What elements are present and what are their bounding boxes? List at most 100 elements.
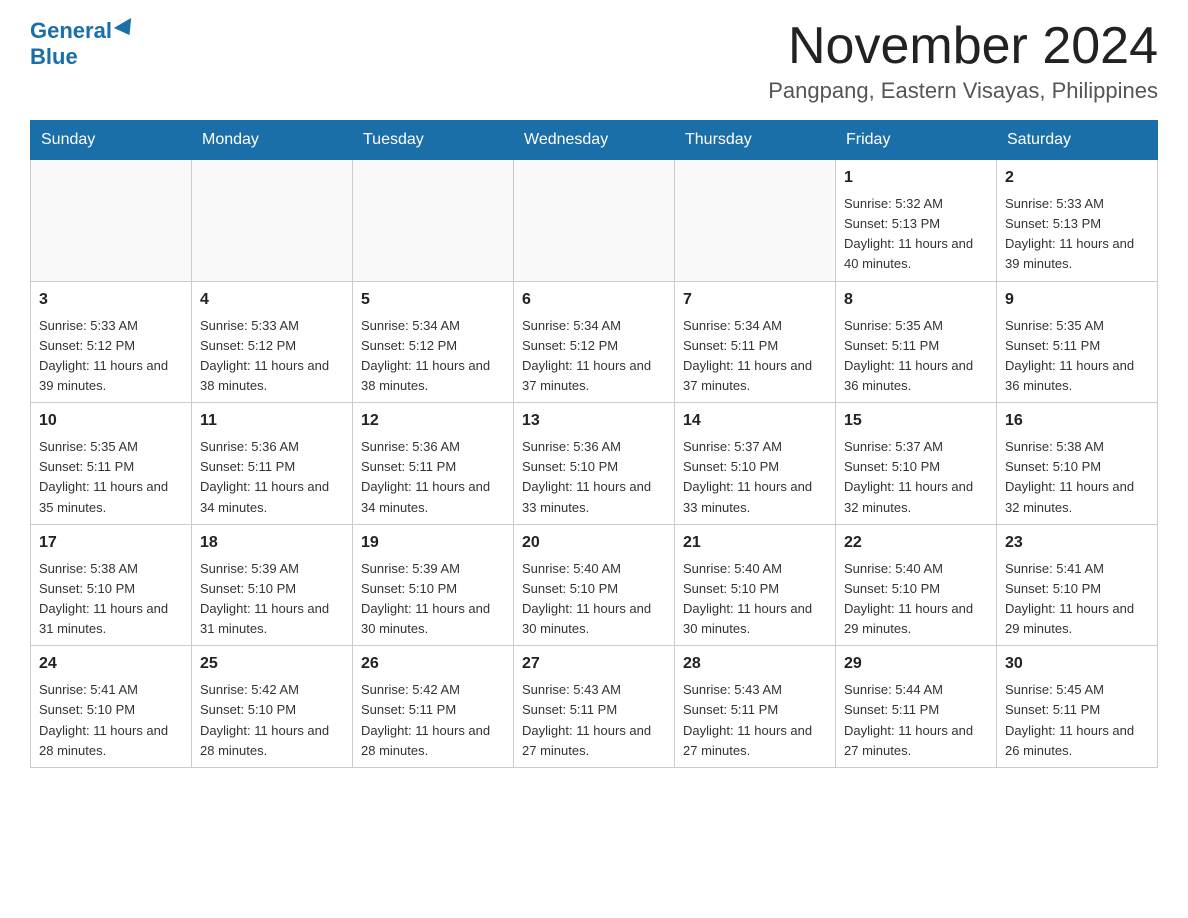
calendar-cell: 11 Sunrise: 5:36 AM Sunset: 5:11 PM Dayli…	[192, 403, 353, 525]
weekday-header-wednesday: Wednesday	[514, 121, 675, 160]
calendar-cell: 23Sunrise: 5:41 AM Sunset: 5:10 PM Dayli…	[997, 524, 1158, 646]
day-info: Sunrise: 5:35 AM Sunset: 5:11 PM Dayligh…	[844, 316, 988, 397]
calendar-cell: 22 Sunrise: 5:40 AM Sunset: 5:10 PM Dayli…	[836, 524, 997, 646]
day-number: 29	[844, 652, 988, 676]
day-info: Sunrise: 5:40 AM Sunset: 5:10 PM Dayligh…	[522, 559, 666, 640]
day-info: Sunrise: 5:34 AM Sunset: 5:12 PM Dayligh…	[361, 316, 505, 397]
day-info: Sunrise: 5:39 AM Sunset: 5:10 PM Dayligh…	[361, 559, 505, 640]
day-info: Sunrise: 5:40 AM Sunset: 5:10 PM Dayligh…	[683, 559, 827, 640]
day-info: Sunrise: 5:45 AM Sunset: 5:11 PM Dayligh…	[1005, 680, 1149, 761]
calendar-table: SundayMondayTuesdayWednesdayThursdayFrid…	[30, 120, 1158, 768]
calendar-cell: 29 Sunrise: 5:44 AM Sunset: 5:11 PM Dayli…	[836, 646, 997, 768]
calendar-cell: 27 Sunrise: 5:43 AM Sunset: 5:11 PM Dayli…	[514, 646, 675, 768]
day-info: Sunrise: 5:43 AM Sunset: 5:11 PM Dayligh…	[683, 680, 827, 761]
calendar-body: 1Sunrise: 5:32 AM Sunset: 5:13 PM Daylig…	[31, 160, 1158, 768]
calendar-week-3: 10 Sunrise: 5:35 AM Sunset: 5:11 PM Dayli…	[31, 403, 1158, 525]
day-number: 10	[39, 409, 183, 433]
day-number: 11	[200, 409, 344, 433]
calendar-cell: 14 Sunrise: 5:37 AM Sunset: 5:10 PM Dayli…	[675, 403, 836, 525]
calendar-cell: 13 Sunrise: 5:36 AM Sunset: 5:10 PM Dayli…	[514, 403, 675, 525]
day-info: Sunrise: 5:32 AM Sunset: 5:13 PM Dayligh…	[844, 194, 988, 275]
weekday-header-thursday: Thursday	[675, 121, 836, 160]
calendar-cell: 9 Sunrise: 5:35 AM Sunset: 5:11 PM Daylig…	[997, 281, 1158, 403]
calendar-cell: 28 Sunrise: 5:43 AM Sunset: 5:11 PM Dayli…	[675, 646, 836, 768]
day-number: 22	[844, 531, 988, 555]
day-info: Sunrise: 5:34 AM Sunset: 5:11 PM Dayligh…	[683, 316, 827, 397]
weekday-header-saturday: Saturday	[997, 121, 1158, 160]
day-info: Sunrise: 5:38 AM Sunset: 5:10 PM Dayligh…	[39, 559, 183, 640]
day-info: Sunrise: 5:39 AM Sunset: 5:10 PM Dayligh…	[200, 559, 344, 640]
day-number: 30	[1005, 652, 1149, 676]
calendar-cell: 15 Sunrise: 5:37 AM Sunset: 5:10 PM Dayli…	[836, 403, 997, 525]
day-info: Sunrise: 5:36 AM Sunset: 5:11 PM Dayligh…	[200, 437, 344, 518]
calendar-cell: 25 Sunrise: 5:42 AM Sunset: 5:10 PM Dayli…	[192, 646, 353, 768]
day-info: Sunrise: 5:36 AM Sunset: 5:10 PM Dayligh…	[522, 437, 666, 518]
calendar-cell: 2Sunrise: 5:33 AM Sunset: 5:13 PM Daylig…	[997, 160, 1158, 282]
calendar-header: SundayMondayTuesdayWednesdayThursdayFrid…	[31, 121, 1158, 160]
location-text: Pangpang, Eastern Visayas, Philippines	[768, 78, 1158, 104]
day-number: 13	[522, 409, 666, 433]
day-number: 5	[361, 288, 505, 312]
page-header: General Blue November 2024 Pangpang, Eas…	[30, 20, 1158, 104]
day-info: Sunrise: 5:41 AM Sunset: 5:10 PM Dayligh…	[39, 680, 183, 761]
calendar-cell: 21 Sunrise: 5:40 AM Sunset: 5:10 PM Dayli…	[675, 524, 836, 646]
day-number: 12	[361, 409, 505, 433]
logo: General Blue	[30, 20, 136, 70]
day-info: Sunrise: 5:43 AM Sunset: 5:11 PM Dayligh…	[522, 680, 666, 761]
day-number: 8	[844, 288, 988, 312]
calendar-cell: 17 Sunrise: 5:38 AM Sunset: 5:10 PM Dayli…	[31, 524, 192, 646]
day-number: 27	[522, 652, 666, 676]
day-number: 14	[683, 409, 827, 433]
day-info: Sunrise: 5:41 AM Sunset: 5:10 PM Dayligh…	[1005, 559, 1149, 640]
day-number: 4	[200, 288, 344, 312]
calendar-week-1: 1Sunrise: 5:32 AM Sunset: 5:13 PM Daylig…	[31, 160, 1158, 282]
weekday-header-monday: Monday	[192, 121, 353, 160]
calendar-cell: 1Sunrise: 5:32 AM Sunset: 5:13 PM Daylig…	[836, 160, 997, 282]
calendar-cell: 6 Sunrise: 5:34 AM Sunset: 5:12 PM Daylig…	[514, 281, 675, 403]
calendar-cell: 30 Sunrise: 5:45 AM Sunset: 5:11 PM Dayli…	[997, 646, 1158, 768]
calendar-cell: 20 Sunrise: 5:40 AM Sunset: 5:10 PM Dayli…	[514, 524, 675, 646]
day-info: Sunrise: 5:35 AM Sunset: 5:11 PM Dayligh…	[1005, 316, 1149, 397]
day-info: Sunrise: 5:33 AM Sunset: 5:12 PM Dayligh…	[200, 316, 344, 397]
calendar-cell: 18 Sunrise: 5:39 AM Sunset: 5:10 PM Dayli…	[192, 524, 353, 646]
day-info: Sunrise: 5:37 AM Sunset: 5:10 PM Dayligh…	[683, 437, 827, 518]
weekday-header-sunday: Sunday	[31, 121, 192, 160]
day-info: Sunrise: 5:42 AM Sunset: 5:11 PM Dayligh…	[361, 680, 505, 761]
weekday-header-row: SundayMondayTuesdayWednesdayThursdayFrid…	[31, 121, 1158, 160]
day-info: Sunrise: 5:34 AM Sunset: 5:12 PM Dayligh…	[522, 316, 666, 397]
day-number: 3	[39, 288, 183, 312]
day-info: Sunrise: 5:44 AM Sunset: 5:11 PM Dayligh…	[844, 680, 988, 761]
day-info: Sunrise: 5:33 AM Sunset: 5:13 PM Dayligh…	[1005, 194, 1149, 275]
day-info: Sunrise: 5:37 AM Sunset: 5:10 PM Dayligh…	[844, 437, 988, 518]
calendar-cell	[514, 160, 675, 282]
day-number: 18	[200, 531, 344, 555]
day-number: 7	[683, 288, 827, 312]
day-info: Sunrise: 5:35 AM Sunset: 5:11 PM Dayligh…	[39, 437, 183, 518]
day-number: 19	[361, 531, 505, 555]
title-area: November 2024 Pangpang, Eastern Visayas,…	[768, 20, 1158, 104]
day-number: 15	[844, 409, 988, 433]
calendar-cell	[675, 160, 836, 282]
logo-general-word: General	[30, 18, 112, 43]
month-title: November 2024	[768, 20, 1158, 72]
day-info: Sunrise: 5:38 AM Sunset: 5:10 PM Dayligh…	[1005, 437, 1149, 518]
day-number: 17	[39, 531, 183, 555]
weekday-header-tuesday: Tuesday	[353, 121, 514, 160]
calendar-week-4: 17 Sunrise: 5:38 AM Sunset: 5:10 PM Dayli…	[31, 524, 1158, 646]
calendar-cell: 10 Sunrise: 5:35 AM Sunset: 5:11 PM Dayli…	[31, 403, 192, 525]
day-number: 6	[522, 288, 666, 312]
calendar-week-5: 24 Sunrise: 5:41 AM Sunset: 5:10 PM Dayli…	[31, 646, 1158, 768]
day-number: 24	[39, 652, 183, 676]
day-info: Sunrise: 5:42 AM Sunset: 5:10 PM Dayligh…	[200, 680, 344, 761]
day-number: 21	[683, 531, 827, 555]
day-number: 28	[683, 652, 827, 676]
day-number: 20	[522, 531, 666, 555]
logo-arrow-icon	[114, 18, 138, 40]
calendar-cell: 4 Sunrise: 5:33 AM Sunset: 5:12 PM Daylig…	[192, 281, 353, 403]
weekday-header-friday: Friday	[836, 121, 997, 160]
day-number: 16	[1005, 409, 1149, 433]
calendar-cell: 8 Sunrise: 5:35 AM Sunset: 5:11 PM Daylig…	[836, 281, 997, 403]
day-info: Sunrise: 5:40 AM Sunset: 5:10 PM Dayligh…	[844, 559, 988, 640]
day-number: 9	[1005, 288, 1149, 312]
day-number: 25	[200, 652, 344, 676]
